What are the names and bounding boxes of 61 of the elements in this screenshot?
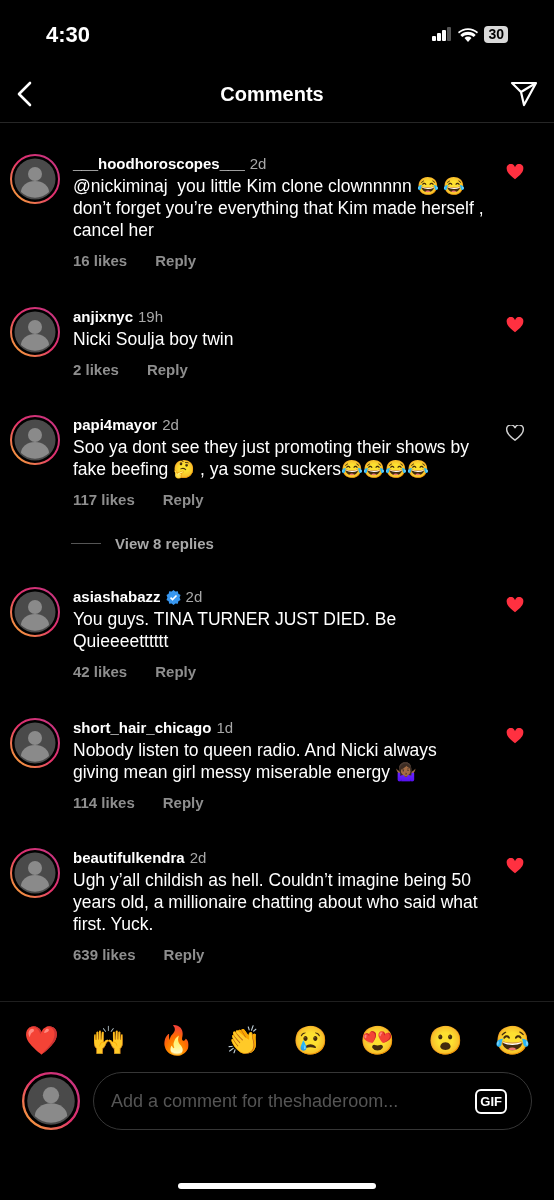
wifi-icon — [458, 26, 479, 42]
username[interactable]: asiashabazz — [73, 587, 161, 607]
reaction-button[interactable]: 🔥 — [158, 1024, 194, 1058]
likes-count[interactable]: 639 likes — [73, 944, 136, 967]
battery-indicator: 30 — [484, 25, 508, 43]
heart-icon[interactable] — [506, 425, 524, 441]
comment-time: 1d — [216, 717, 234, 738]
reaction-button[interactable]: 😂 — [494, 1024, 530, 1058]
verified-badge-icon — [165, 589, 181, 605]
signal-icon — [432, 27, 453, 41]
back-icon[interactable] — [16, 81, 34, 107]
username[interactable]: ___hoodhoroscopes___ — [73, 154, 245, 174]
reply-button[interactable]: Reply — [155, 250, 197, 273]
likes-count[interactable]: 16 likes — [73, 250, 128, 273]
username[interactable]: papi4mayor — [73, 415, 158, 435]
reply-button[interactable]: Reply — [155, 661, 197, 684]
avatar[interactable] — [10, 717, 60, 768]
reaction-button[interactable]: 😢 — [293, 1024, 329, 1058]
likes-count[interactable]: 117 likes — [73, 489, 135, 512]
comment-text: Ugh y’all childish as hell. Couldn’t imagine being 50 years old, a millionaire chatting about who said what first. Yuck. — [73, 869, 479, 935]
reaction-button[interactable]: 🙌 — [91, 1024, 127, 1058]
avatar[interactable] — [10, 306, 60, 357]
likes-count[interactable]: 114 likes — [73, 791, 135, 814]
heart-icon[interactable] — [506, 316, 524, 333]
comment-text: Nicki Soulja boy twin — [73, 327, 235, 350]
avatar[interactable] — [22, 1072, 80, 1130]
reaction-button[interactable]: 😮 — [427, 1024, 463, 1058]
avatar[interactable] — [10, 154, 60, 204]
avatar[interactable] — [10, 587, 60, 637]
reaction-button[interactable]: ❤ — [24, 1024, 59, 1058]
heart-icon[interactable] — [506, 164, 524, 180]
heart-icon[interactable] — [506, 858, 524, 874]
username[interactable]: short_hair_chicago — [73, 717, 212, 738]
comment-text: @nickiminaj you little Kim clone clownnnnn 😂 😂 don’t forget you’re everything that Kim made herself , cancel her — [73, 175, 485, 241]
reply-button[interactable]: Reply — [163, 944, 205, 967]
send-icon[interactable] — [510, 81, 538, 107]
reaction-button[interactable]: 😍 — [360, 1024, 396, 1058]
comment-time: 19h — [138, 306, 164, 327]
avatar[interactable] — [10, 848, 60, 898]
view-replies-button[interactable]: View 8 replies — [115, 532, 214, 555]
reply-button[interactable]: Reply — [146, 358, 188, 381]
heart-icon[interactable] — [506, 597, 524, 613]
comment-text: You guys. TINA TURNER JUST DIED. Be Quieeeetttttt — [73, 608, 398, 652]
username[interactable]: beautifulkendra — [73, 848, 185, 868]
comment-text: Nobody listen to queen radio. And Nicki always giving mean girl messy miserable energy 🤷🏾‍♀ — [73, 738, 438, 783]
comment-time: 2d — [162, 415, 179, 435]
comment-text: Soo ya dont see they just promoting their shows by fake beefing 🤔 , ya some suckers😂😂😂😂 — [73, 436, 470, 480]
reply-button[interactable]: Reply — [162, 489, 204, 512]
heart-icon[interactable] — [506, 727, 524, 744]
avatar[interactable] — [10, 415, 60, 465]
comment-time: 2d — [185, 587, 203, 607]
username[interactable]: anjixnyc — [73, 306, 134, 327]
gif-button[interactable]: GIF — [475, 1088, 507, 1114]
comment-time: 2d — [249, 154, 267, 174]
likes-count[interactable]: 42 likes — [73, 661, 128, 684]
reaction-button[interactable]: 👏 — [225, 1024, 261, 1058]
reply-button[interactable]: Reply — [162, 791, 204, 814]
likes-count[interactable]: 2 likes — [73, 358, 119, 381]
page-title: Comments — [220, 82, 324, 107]
comment-time: 2d — [189, 848, 207, 868]
status-time: 4:30 — [46, 20, 91, 49]
